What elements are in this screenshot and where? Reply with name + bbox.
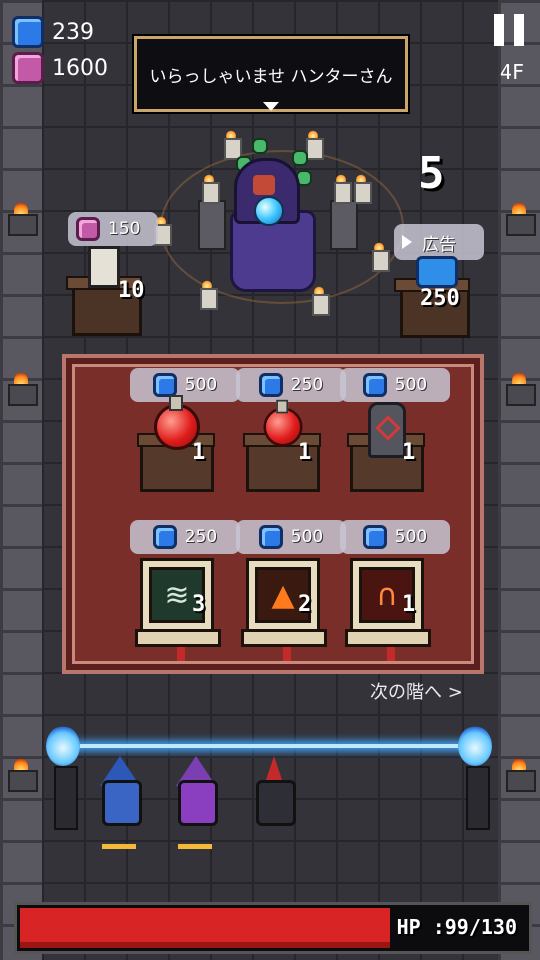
side-item-right-qty: 250 — [420, 286, 460, 311]
skull-post — [466, 766, 490, 830]
ad-label: 広告 — [422, 234, 456, 255]
candle-icon — [198, 174, 220, 204]
item-price-tag: 500 — [236, 520, 346, 554]
left-wall — [0, 0, 42, 960]
hero-blue-wizard[interactable] — [96, 756, 142, 849]
item-price-tag: 500 — [340, 520, 450, 554]
shop-item-rune-stone[interactable]: 500 1 — [340, 368, 450, 508]
brazier-icon — [6, 752, 38, 792]
dialog-next-arrow-icon — [263, 102, 279, 111]
skull-post — [54, 766, 78, 830]
rune-stone-icon — [368, 402, 406, 458]
candle-icon — [196, 280, 218, 310]
candle-icon — [330, 174, 352, 204]
pink-gem-icon — [76, 217, 100, 241]
pink-gem-icon — [12, 52, 44, 84]
item-price-tag: 250 — [130, 520, 240, 554]
hero-status-bar — [178, 844, 212, 849]
candle-pedestal — [198, 200, 226, 250]
item-price: 500 — [290, 527, 324, 547]
snake-icon — [292, 150, 308, 166]
blue-gem-icon — [362, 525, 387, 549]
shop-item-tornado-scroll[interactable]: 250 ≋ 3 — [130, 520, 240, 661]
candle-icon — [350, 174, 372, 204]
item-price: 500 — [394, 375, 428, 395]
shop-item-arch-scroll[interactable]: 500 ∩ 1 — [340, 520, 450, 661]
pause-button[interactable] — [494, 14, 524, 46]
hero-purple-witch[interactable] — [172, 756, 218, 849]
hero-status-bar — [102, 844, 136, 849]
ad-button[interactable]: 広告 — [394, 224, 484, 260]
item-quantity: 1 — [402, 440, 416, 465]
candle-icon — [308, 286, 330, 316]
blue-flame-skull-icon — [458, 726, 492, 766]
blue-gem-pile-icon — [416, 256, 458, 288]
item-quantity: 2 — [298, 592, 312, 617]
item-quantity: 1 — [402, 592, 416, 617]
blue-gem-icon — [258, 373, 283, 397]
merchant-dialog[interactable]: いらっしゃいませ ハンターさん — [134, 36, 408, 112]
next-floor-button[interactable]: 次の階へ > — [370, 678, 463, 704]
hero-body — [178, 780, 218, 826]
blue-gem-icon — [362, 373, 387, 397]
red-potion-icon — [263, 399, 303, 447]
item-price: 250 — [290, 375, 324, 395]
item-price-tag: 500 — [130, 368, 240, 402]
blue-flame-skull-icon — [46, 726, 80, 766]
item-price: 500 — [394, 527, 428, 547]
brazier-icon — [504, 366, 536, 406]
item-quantity: 1 — [192, 440, 206, 465]
snake-icon — [252, 138, 268, 154]
hero-dark-knight[interactable] — [250, 756, 296, 828]
pink-gem-count: 1600 — [52, 55, 108, 81]
blue-gem-count: 239 — [52, 19, 94, 45]
side-item-left-price[interactable]: 150 — [68, 212, 158, 246]
brazier-icon — [6, 366, 38, 406]
hp-bar: HP :99/130 — [14, 902, 532, 954]
hero-body — [102, 780, 142, 826]
side-item-left-qty: 10 — [118, 278, 145, 303]
blue-gem-icon — [258, 525, 283, 549]
shop-item-small-red-potion[interactable]: 250 1 — [236, 368, 346, 508]
candle-icon — [368, 242, 390, 272]
side-item-left-price-value: 150 — [108, 219, 141, 239]
candle-statue-icon — [88, 246, 120, 288]
hero-body — [256, 780, 296, 826]
item-price: 250 — [184, 527, 218, 547]
blue-gem-icon — [152, 525, 177, 549]
blue-gem-icon — [152, 373, 177, 397]
shop-item-fire-scroll[interactable]: 500 ▲ 2 — [236, 520, 346, 661]
brazier-icon — [504, 752, 536, 792]
brazier-icon — [6, 196, 38, 236]
blue-gem-icon — [12, 16, 44, 48]
play-icon — [402, 235, 412, 249]
lightning-barrier — [60, 744, 480, 748]
hp-bar-fill — [20, 908, 390, 948]
item-price-tag: 250 — [236, 368, 346, 402]
floor-indicator: 4F — [499, 60, 524, 84]
pink-gem-counter: 1600 — [12, 52, 108, 84]
blue-gem-counter: 239 — [12, 16, 94, 48]
item-quantity: 1 — [298, 440, 312, 465]
item-quantity: 3 — [192, 592, 206, 617]
candle-pedestal — [330, 200, 358, 250]
brazier-icon — [504, 196, 536, 236]
item-price-tag: 500 — [340, 368, 450, 402]
hp-text: HP :99/130 — [396, 915, 517, 939]
dialog-text: いらっしゃいませ ハンターさん — [149, 66, 393, 87]
right-wall — [498, 0, 540, 960]
item-price: 500 — [184, 375, 218, 395]
crystal-ball-icon — [254, 196, 284, 226]
counter-number: 5 — [418, 148, 445, 199]
shop-item-red-potion[interactable]: 500 1 — [130, 368, 240, 508]
